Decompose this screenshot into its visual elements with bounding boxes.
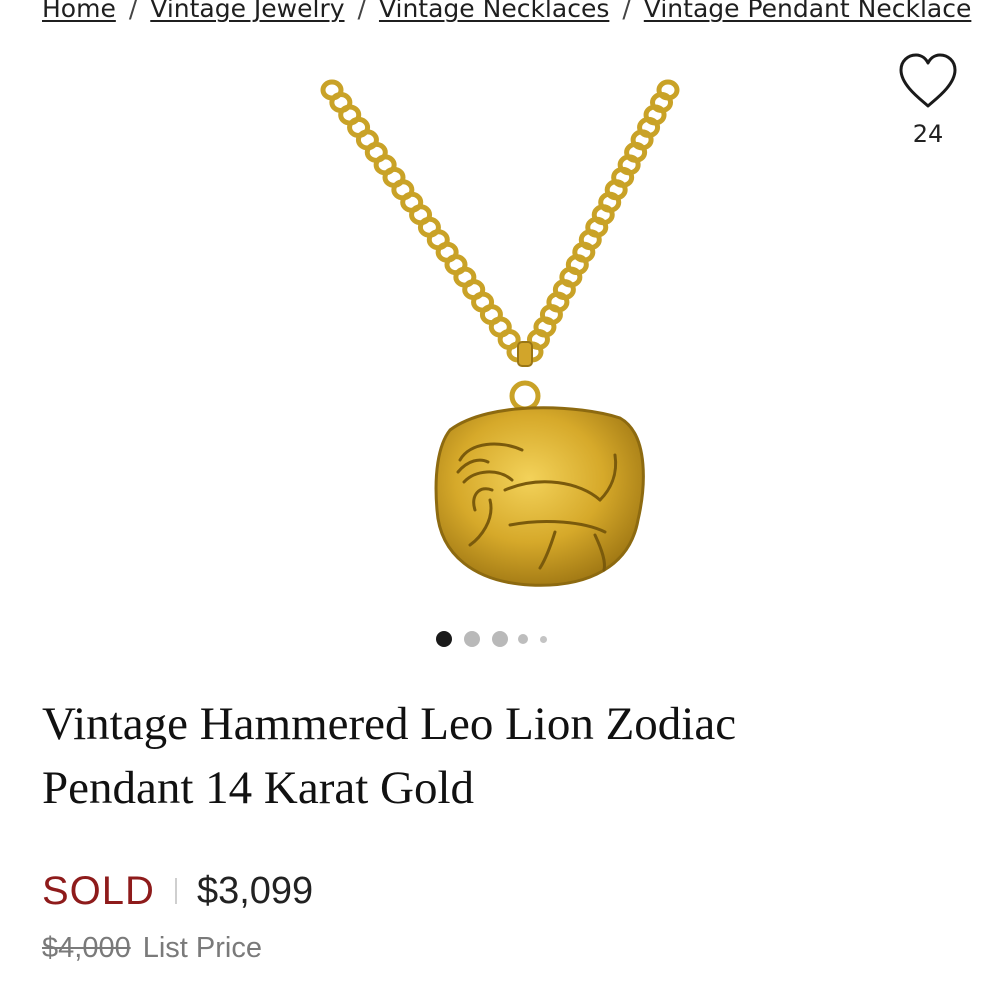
heart-icon[interactable] [897, 52, 959, 110]
sold-status: SOLD [42, 868, 155, 913]
product-title-line-2: Pendant 14 Karat Gold [42, 762, 475, 814]
list-price-row: $4,000 List Price [42, 928, 262, 968]
carousel-dot-active[interactable] [436, 631, 452, 647]
breadcrumb-vintage-jewelry[interactable]: Vintage Jewelry [150, 0, 344, 23]
breadcrumb-vintage-pendant-necklace[interactable]: Vintage Pendant Necklace [644, 0, 972, 23]
breadcrumb-home[interactable]: Home [42, 0, 116, 23]
list-price-label: List Price [142, 931, 262, 964]
pendant-necklace-image [320, 79, 680, 587]
carousel-dot[interactable] [464, 631, 480, 647]
breadcrumb-separator: / [128, 0, 138, 23]
favorite-count: 24 [912, 120, 944, 148]
image-carousel-dots [436, 628, 547, 650]
product-image[interactable] [300, 70, 700, 610]
price-row: SOLD $3,099 [42, 866, 313, 916]
price-divider [174, 878, 177, 904]
carousel-dot[interactable] [540, 635, 547, 643]
product-title: Vintage Hammered Leo Lion Zodiac Pendant… [42, 692, 942, 820]
product-title-line-1: Vintage Hammered Leo Lion Zodiac [42, 698, 737, 750]
breadcrumb-vintage-necklaces[interactable]: Vintage Necklaces [379, 0, 609, 23]
carousel-dot[interactable] [518, 634, 528, 644]
list-price-value: $4,000 [42, 931, 131, 964]
breadcrumb: Home / Vintage Jewelry / Vintage Necklaces / V… [42, 0, 1000, 30]
breadcrumb-separator: / [622, 0, 631, 23]
favorite-button[interactable]: 24 [896, 52, 960, 148]
breadcrumb-separator: / [357, 0, 366, 23]
carousel-dot[interactable] [492, 631, 508, 647]
sale-price: $3,099 [196, 869, 314, 912]
